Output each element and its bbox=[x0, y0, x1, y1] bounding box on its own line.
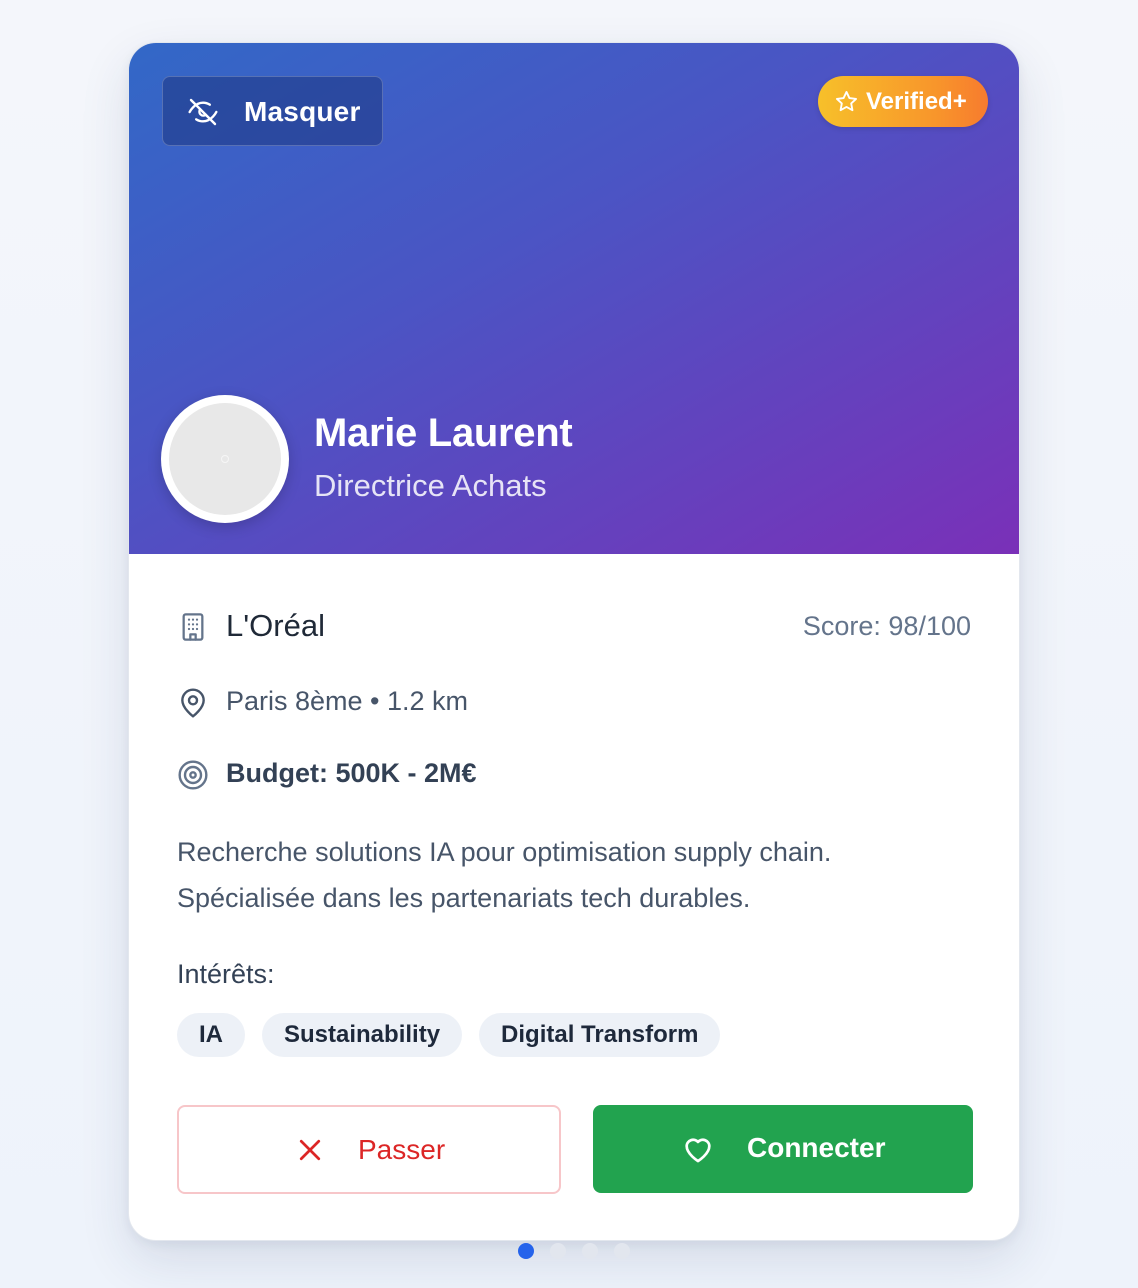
x-icon bbox=[299, 1139, 321, 1161]
interest-tag: Sustainability bbox=[262, 1013, 463, 1057]
target-icon bbox=[178, 760, 208, 790]
location-text: Paris 8ème • 1.2 km bbox=[226, 686, 469, 716]
interest-tag: Digital Transform bbox=[479, 1013, 721, 1057]
avatar bbox=[161, 395, 289, 523]
interests-heading: Intérêts: bbox=[177, 959, 275, 989]
pagination-dot[interactable] bbox=[550, 1243, 566, 1259]
pagination-dot[interactable] bbox=[582, 1243, 598, 1259]
connect-button-label: Connecter bbox=[747, 1132, 886, 1163]
hide-button-label: Masquer bbox=[244, 96, 361, 127]
heart-icon bbox=[685, 1138, 711, 1163]
pagination-dots bbox=[518, 1243, 630, 1259]
pass-button[interactable]: Passer bbox=[177, 1105, 561, 1194]
interest-tag: IA bbox=[177, 1013, 245, 1057]
building-icon bbox=[182, 613, 204, 641]
description-line: Spécialisée dans les partenariats tech d… bbox=[177, 883, 751, 913]
profile-description: Recherche solutions IA pour optimisation… bbox=[177, 829, 957, 921]
verified-badge: Verified+ bbox=[818, 76, 988, 127]
pagination-dot[interactable] bbox=[518, 1243, 534, 1259]
profile-card: Masquer Verified+ Marie Laurent Directri… bbox=[128, 42, 1020, 1241]
pagination-dot[interactable] bbox=[614, 1243, 630, 1259]
description-line: Recherche solutions IA pour optimisation… bbox=[177, 837, 832, 867]
eye-off-icon bbox=[188, 98, 218, 126]
budget-text: Budget: 500K - 2M€ bbox=[226, 758, 477, 788]
hide-button[interactable]: Masquer bbox=[162, 76, 383, 146]
profile-name: Marie Laurent bbox=[314, 411, 573, 455]
verified-badge-label: Verified+ bbox=[866, 88, 967, 115]
star-icon bbox=[835, 90, 858, 112]
match-score: Score: 98/100 bbox=[802, 611, 971, 641]
company-name: L'Oréal bbox=[226, 608, 325, 643]
pass-button-label: Passer bbox=[358, 1134, 446, 1165]
profile-header: Masquer Verified+ Marie Laurent Directri… bbox=[129, 43, 1019, 554]
interest-tags: IA Sustainability Digital Transform bbox=[177, 1013, 721, 1057]
connect-button[interactable]: Connecter bbox=[593, 1105, 973, 1193]
map-pin-icon bbox=[181, 688, 205, 718]
avatar-image bbox=[169, 403, 281, 515]
profile-role: Directrice Achats bbox=[314, 468, 547, 503]
